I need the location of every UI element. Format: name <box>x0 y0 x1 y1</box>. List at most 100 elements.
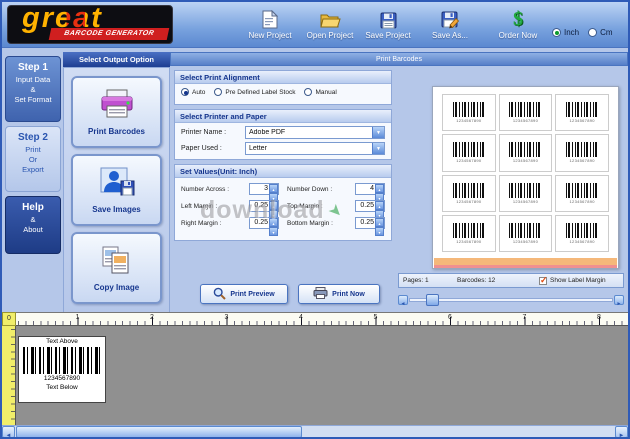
save-image-icon <box>99 167 135 202</box>
save-project-label: Save Project <box>365 31 410 40</box>
open-project-icon <box>320 9 341 29</box>
radio-predefined-label: Pre Defined Label Stock <box>225 89 295 96</box>
preview-barcode-number: 1234567890 <box>513 158 538 163</box>
copy-image-icon <box>100 245 134 280</box>
preview-barcode <box>566 142 598 157</box>
left-margin-stepper[interactable]: 0.25 <box>249 200 279 212</box>
preview-label-cell: 1234567890 <box>442 134 496 171</box>
save-project-icon <box>380 9 397 29</box>
barcode-text-below: Text Below <box>46 383 77 392</box>
preview-barcode <box>566 223 598 238</box>
top-margin-stepper[interactable]: 0.25 <box>355 200 385 212</box>
sidebar-help-about[interactable]: Help & About <box>5 196 61 254</box>
new-project-button[interactable]: New Project <box>242 9 298 40</box>
design-workspace[interactable] <box>16 326 628 425</box>
unit-cm-radio[interactable]: Cm <box>588 28 612 37</box>
bottom-margin-field: Bottom Margin : 0.25 <box>287 217 385 229</box>
sidebar-step2-print-export[interactable]: Step 2 Print Or Export <box>5 126 61 192</box>
chevron-down-icon[interactable] <box>372 127 384 138</box>
barcode-design-object[interactable]: Text Above 1234567890 Text Below <box>18 336 106 403</box>
preview-barcode-number: 1234567890 <box>570 158 595 163</box>
magnifier-icon <box>213 287 226 302</box>
spin-up-icon[interactable] <box>375 184 384 193</box>
open-project-button[interactable]: Open Project <box>302 9 358 40</box>
spin-up-icon[interactable] <box>269 184 278 193</box>
radio-selected-icon <box>552 28 561 37</box>
left-margin-field: Left Margin : 0.25 <box>181 200 279 212</box>
page-edge-strip <box>434 265 617 268</box>
save-project-button[interactable]: Save Project <box>360 9 416 40</box>
right-margin-label: Right Margin : <box>181 220 249 227</box>
number-across-stepper[interactable]: 3 <box>249 183 279 195</box>
scrollbar-track[interactable] <box>409 298 613 302</box>
right-margin-stepper[interactable]: 0.25 <box>249 217 279 229</box>
preview-barcode <box>509 142 541 157</box>
printer-paper-group: Select Printer and Paper Printer Name : … <box>174 109 392 160</box>
preview-barcode <box>453 223 485 238</box>
paper-used-dropdown[interactable]: Letter <box>245 142 385 155</box>
sidebar-step1-input-data[interactable]: Step 1 Input Data & Set Format <box>5 56 61 122</box>
set-values-group: Set Values(Unit: Inch) Number Across : 3… <box>174 164 392 241</box>
scroll-right-icon[interactable] <box>614 295 624 305</box>
print-now-button[interactable]: Print Now <box>298 284 380 304</box>
ruler-number: 3 <box>225 314 229 321</box>
number-down-stepper[interactable]: 4 <box>355 183 385 195</box>
step2-line: Print <box>6 145 60 155</box>
spin-up-icon[interactable] <box>375 218 384 227</box>
chevron-down-icon[interactable] <box>372 143 384 154</box>
ruler-major-ticks <box>16 317 628 325</box>
preview-barcode <box>453 183 485 198</box>
printer-name-label: Printer Name : <box>181 129 245 136</box>
right-margin-value: 0.25 <box>250 218 269 228</box>
radio-predefined-label-stock[interactable]: Pre Defined Label Stock <box>214 88 295 96</box>
copy-image-button[interactable]: Copy Image <box>71 232 162 304</box>
radio-auto[interactable]: Auto <box>181 88 205 96</box>
radio-unselected-icon <box>588 28 597 37</box>
order-now-button[interactable]: $ Order Now <box>490 9 546 40</box>
order-now-icon: $ <box>513 9 523 29</box>
ruler-number: 4 <box>299 314 303 321</box>
ruler-minor-ticks <box>11 326 15 425</box>
vertical-ruler <box>2 326 16 425</box>
step2-title: Step 2 <box>6 132 60 143</box>
spin-down-icon[interactable] <box>269 227 278 236</box>
save-images-button[interactable]: Save Images <box>71 154 162 226</box>
preview-status-bar: Pages: 1 Barcodes: 12 Show Label Margin <box>398 273 624 288</box>
print-now-label: Print Now <box>332 291 365 298</box>
spin-down-icon[interactable] <box>375 227 384 236</box>
scroll-left-icon[interactable] <box>398 295 408 305</box>
number-down-value: 4 <box>356 184 375 194</box>
open-project-label: Open Project <box>307 31 354 40</box>
spin-up-icon[interactable] <box>269 218 278 227</box>
barcode-number: 1234567890 <box>44 374 80 383</box>
help-line: About <box>6 225 60 235</box>
preview-label-cell: 1234567890 <box>555 175 609 212</box>
scrollbar-thumb[interactable] <box>16 426 302 438</box>
save-as-button[interactable]: Save As... <box>424 9 476 40</box>
small-printer-icon <box>313 287 328 301</box>
workspace-scrollbar <box>2 425 628 437</box>
scroll-left-icon[interactable] <box>2 426 15 438</box>
print-barcodes-button[interactable]: Print Barcodes <box>71 76 162 148</box>
app-logo: great BARCODE GENERATOR <box>7 5 173 44</box>
spin-up-icon[interactable] <box>375 201 384 210</box>
printer-name-dropdown[interactable]: Adobe PDF <box>245 126 385 139</box>
show-label-margin-checkbox[interactable] <box>539 277 547 285</box>
number-down-field: Number Down : 4 <box>287 183 385 195</box>
preview-barcode-number: 1234567890 <box>570 118 595 123</box>
scroll-right-icon[interactable] <box>615 426 628 438</box>
preview-label-cell: 1234567890 <box>499 215 553 252</box>
radio-manual[interactable]: Manual <box>304 88 336 96</box>
radio-selected-icon <box>181 88 189 96</box>
print-preview-button[interactable]: Print Preview <box>200 284 288 304</box>
save-as-icon <box>441 9 460 29</box>
logo-tagline: BARCODE GENERATOR <box>49 28 170 40</box>
preview-label-cell: 1234567890 <box>499 94 553 131</box>
scrollbar-thumb[interactable] <box>426 294 439 306</box>
step2-line: Or <box>6 155 60 165</box>
spin-up-icon[interactable] <box>269 201 278 210</box>
bottom-margin-value: 0.25 <box>356 218 375 228</box>
preview-barcode-number: 1234567890 <box>456 118 481 123</box>
bottom-margin-stepper[interactable]: 0.25 <box>355 217 385 229</box>
unit-inch-radio[interactable]: Inch <box>552 28 579 37</box>
